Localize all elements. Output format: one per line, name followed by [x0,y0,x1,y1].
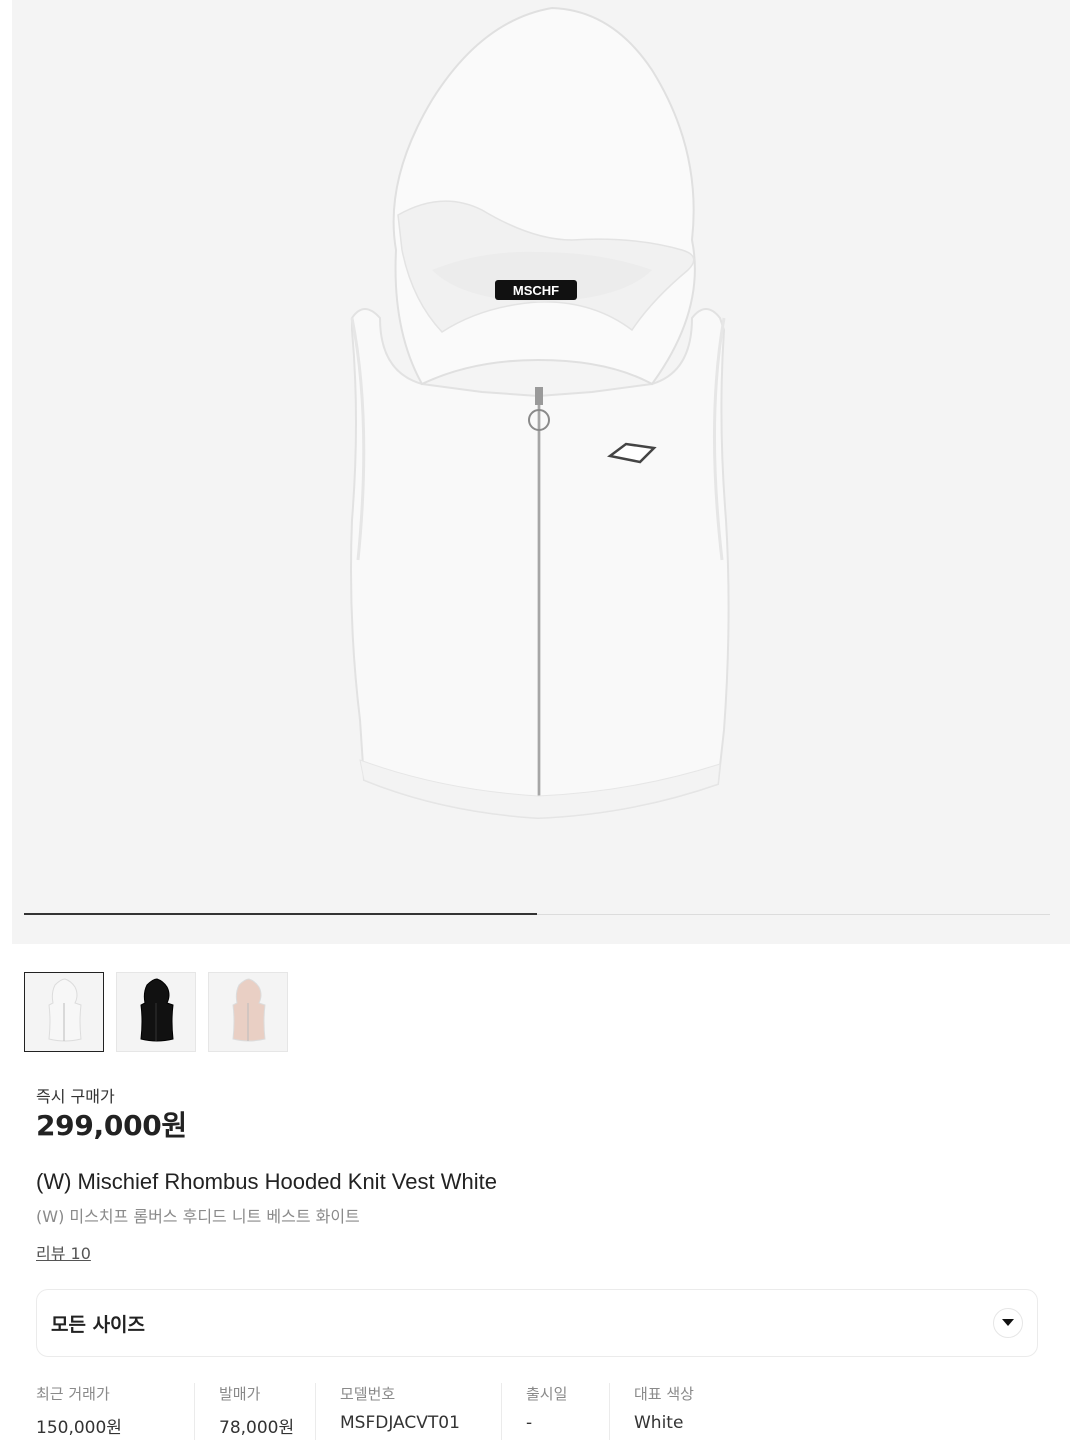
black-vest-thumb[interactable] [116,972,196,1052]
gallery-progress-fill [24,913,537,915]
review-link[interactable]: 리뷰 10 [36,1240,91,1264]
info-color: 대표 색상 White [609,1383,739,1440]
info-recent-price: 최근 거래가 150,000원 [36,1383,194,1440]
info-value: 78,000원 [219,1418,295,1438]
thumbnail-image [48,978,82,1042]
info-label: 발매가 [219,1385,261,1403]
instant-price: 299,000원 [36,1109,187,1142]
gallery-progress-track [24,913,1050,915]
thumbnail-image [140,978,174,1042]
thumbnail-image [232,978,266,1042]
info-release-price: 발매가 78,000원 [194,1383,315,1440]
product-title-ko: (W) 미스치프 롬버스 후디드 니트 베스트 화이트 [36,1207,360,1226]
info-label: 최근 거래가 [36,1385,110,1403]
white-vest-thumb[interactable] [24,972,104,1052]
info-label: 출시일 [526,1385,568,1403]
chevron-down-icon[interactable] [993,1308,1023,1338]
info-label: 모델번호 [340,1385,396,1403]
pink-vest-thumb[interactable] [208,972,288,1052]
brand-tag-text: MSCHF [513,283,559,298]
info-value: White [634,1413,684,1433]
product-image: MSCHF [350,6,730,820]
info-release-date: 출시일 - [501,1383,609,1440]
size-select[interactable]: 모든 사이즈 [36,1289,1038,1357]
size-select-label: 모든 사이즈 [51,1313,146,1336]
info-model-number: 모델번호 MSFDJACVT01 [315,1383,501,1440]
thumbnail-list [24,972,288,1052]
info-value: 150,000원 [36,1418,122,1438]
info-value: - [526,1413,533,1433]
info-label: 대표 색상 [634,1385,694,1403]
product-image-gallery[interactable]: MSCHF [12,0,1070,944]
product-info-row: 최근 거래가 150,000원 발매가 78,000원 모델번호 MSFDJAC… [36,1383,739,1440]
info-value: MSFDJACVT01 [340,1413,460,1433]
product-title-en: (W) Mischief Rhombus Hooded Knit Vest Wh… [36,1169,497,1194]
